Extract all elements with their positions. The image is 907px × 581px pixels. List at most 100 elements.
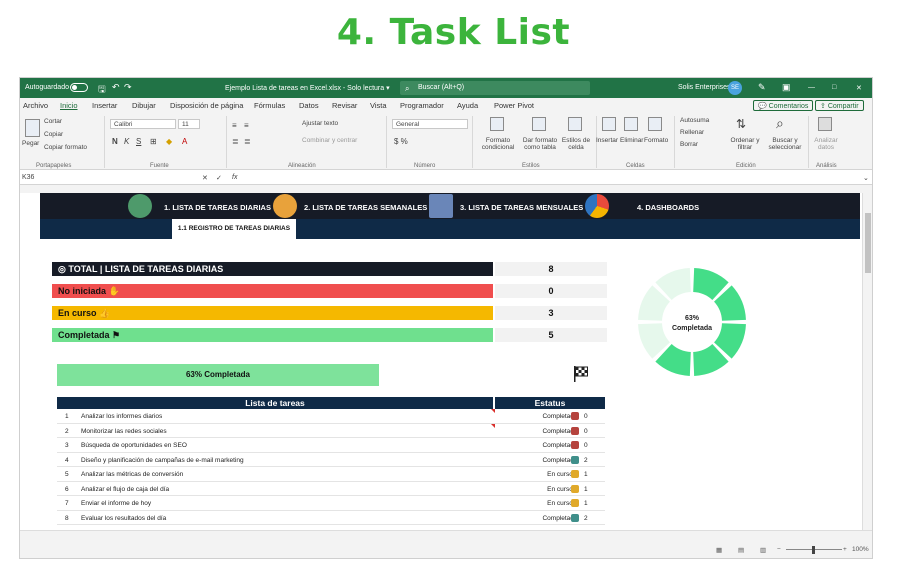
number-format-select[interactable]: General [392,119,468,129]
enter-icon[interactable]: ✓ [216,174,222,182]
format-cells-button[interactable]: Formato [644,137,668,144]
align-top-icon[interactable]: ≡ [232,121,237,130]
normal-view-icon[interactable]: ▦ [716,546,722,554]
table-row[interactable]: 6 Analizar el flujo de caja del día En cur… [57,482,605,496]
table-row[interactable]: 5 Analizar las métricas de conversión En c… [57,467,605,482]
merge-center-button[interactable]: Combinar y centrar [302,137,357,144]
tab-disposicion[interactable]: Disposición de página [170,101,243,110]
analyze-data-button[interactable]: Analizar datos [814,137,838,151]
autosave-toggle[interactable] [70,83,88,92]
wrap-text-button[interactable]: Ajustar texto [302,120,338,127]
search-box[interactable]: ⌕ Buscar (Alt+Q) [400,81,590,95]
table-row[interactable]: 4 Diseño y planificación de campañas de e… [57,453,605,467]
tab-datos[interactable]: Datos [299,101,319,110]
kpi-completed-label: Completada [58,330,110,340]
cancel-icon[interactable]: ✕ [202,174,208,182]
vertical-scrollbar[interactable] [862,193,872,533]
tab-insertar[interactable]: Insertar [92,101,117,110]
subtab-daily-register[interactable]: 1.1 REGISTRO DE TAREAS DIARIAS [172,219,296,239]
paste-button[interactable]: Pegar [22,140,39,147]
tab-dibujar[interactable]: Dibujar [132,101,156,110]
align-center-icon[interactable]: ≣ [244,137,251,146]
donut-label: Completada [672,325,712,332]
align-middle-icon[interactable]: ≡ [244,121,249,130]
table-row[interactable]: 3 Búsqueda de oportunidades en SEO Complet… [57,438,605,453]
italic-icon[interactable]: K [124,137,129,146]
font-name-select[interactable]: Calibri [110,119,176,129]
sort-filter-button[interactable]: Ordenar y filtrar [728,137,762,151]
insert-cells-button[interactable]: Insertar [596,137,618,144]
borders-icon[interactable]: ⊞ [150,137,157,146]
tab-inicio[interactable]: Inicio [60,101,78,110]
fill-color-icon[interactable]: ◆ [166,137,172,146]
clear-button[interactable]: Borrar [680,141,698,148]
cell-styles-button[interactable]: Estilos de celda [560,137,592,151]
task-status: Completada [542,427,578,435]
nav-weekly-tasks[interactable]: 2. LISTA DE TAREAS SEMANALES [304,203,427,212]
completion-donut-chart: 63% Completada [638,268,746,376]
table-row[interactable]: 1 Analizar los informes diarios Completada… [57,409,605,424]
save-icon[interactable]: 🖫 [98,82,106,98]
column-header-tasks: Lista de tareas [57,397,493,409]
tab-power-pivot[interactable]: Power Pivot [494,101,534,110]
cut-button[interactable]: Cortar [44,118,62,125]
task-name: Búsqueda de oportunidades en SEO [81,442,187,449]
pen-icon[interactable]: ✎ [758,82,766,93]
avatar[interactable]: SE [728,81,742,95]
bold-icon[interactable]: N [112,137,118,146]
tab-revisar[interactable]: Revisar [332,101,357,110]
daily-list-icon [128,194,152,218]
ribbon-separator [674,116,675,168]
tab-programador[interactable]: Programador [400,101,444,110]
zoom-slider-thumb[interactable] [812,546,815,554]
currency-icon[interactable]: $ % [394,137,408,146]
fill-button[interactable]: Rellenar [680,129,704,136]
table-format-button[interactable]: Dar formato como tabla [520,137,560,151]
nav-dashboards[interactable]: 4. DASHBOARDS [637,203,699,212]
font-size-select[interactable]: 11 [178,119,200,129]
expand-formula-icon[interactable]: ⌄ [863,174,869,182]
table-row[interactable]: 2 Monitorizar las redes sociales Completad… [57,423,605,438]
zoom-level[interactable]: 100% [852,546,869,553]
status-indicator [571,412,579,420]
comments-button[interactable]: 💬 Comentarios [753,100,814,111]
page-break-icon[interactable]: ▥ [760,546,766,554]
zoom-out-button[interactable]: − [777,546,781,553]
table-row[interactable]: 7 Enviar el informe de hoy En curso 1 [57,496,605,511]
share-button[interactable]: ⇪ Compartir [815,100,864,111]
minimize-button[interactable]: — [808,84,815,91]
status-indicator [571,441,579,449]
horizontal-scrollbar[interactable] [20,530,872,540]
autosum-button[interactable]: Autosuma [680,117,709,124]
find-select-button[interactable]: Buscar y seleccionar [764,137,806,151]
undo-icon[interactable]: ↶ [112,82,120,93]
table-row[interactable]: 8 Evaluar los resultados del día Completad… [57,511,605,525]
function-icon[interactable]: fx [232,174,237,181]
ribbon-display-icon[interactable]: ▣ [782,82,791,93]
font-color-icon[interactable]: A [182,137,187,146]
close-button[interactable]: ✕ [856,84,862,92]
autosave-label: Autoguardado [25,84,69,91]
kpi-in-progress: En curso 👍 [52,306,493,320]
number-format-value: General [396,121,420,128]
delete-cells-button[interactable]: Eliminar [620,137,643,144]
name-box[interactable]: K36 [22,174,34,181]
align-left-icon[interactable]: ≣ [232,137,239,146]
restore-button[interactable]: □ [832,84,836,91]
tab-ayuda[interactable]: Ayuda [457,101,478,110]
nav-daily-tasks[interactable]: 1. LISTA DE TAREAS DIARIAS [164,203,271,212]
tab-vista[interactable]: Vista [370,101,387,110]
completion-progress: 63% Completada [57,364,379,386]
task-count: 1 [584,485,588,493]
underline-icon[interactable]: S [136,137,141,146]
nav-monthly-tasks[interactable]: 3. LISTA DE TAREAS MENSUALES [460,203,583,212]
page-layout-icon[interactable]: ▤ [738,546,744,554]
paste-icon[interactable] [25,119,40,137]
conditional-format-button[interactable]: Formato condicional [476,137,520,151]
tab-archivo[interactable]: Archivo [23,101,48,110]
copy-button[interactable]: Copiar [44,131,63,138]
tab-formulas[interactable]: Fórmulas [254,101,285,110]
format-painter-button[interactable]: Copiar formato [44,144,87,151]
redo-icon[interactable]: ↷ [124,82,132,93]
zoom-in-button[interactable]: + [843,546,847,553]
